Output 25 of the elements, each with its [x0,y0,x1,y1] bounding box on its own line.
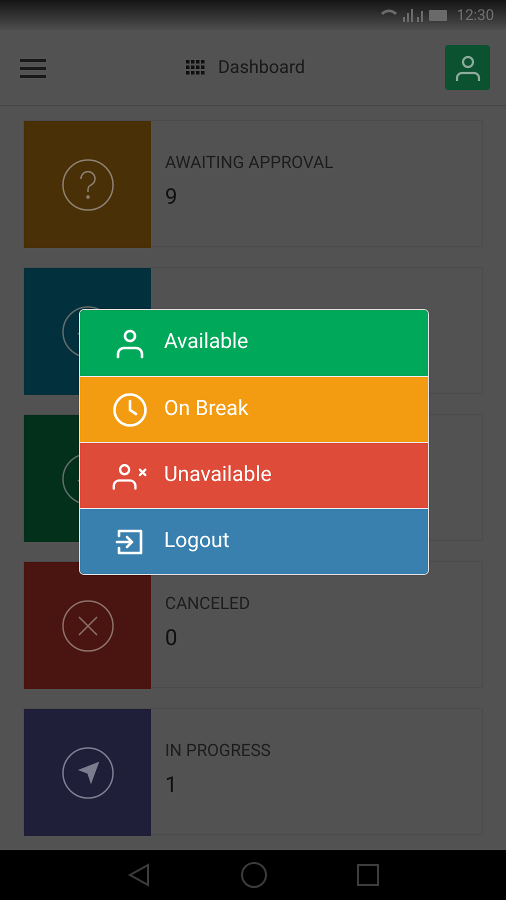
battery-icon [428,10,447,21]
person-icon [454,54,480,82]
clock-time: 12:30 [456,4,494,26]
card-count: 0 [165,624,178,652]
page-title: Dashboard [218,56,306,80]
person-icon [114,327,146,359]
close-circle-icon [60,598,116,654]
question-circle-icon [60,156,116,212]
signal-icon [416,11,423,22]
home-icon[interactable] [240,861,268,889]
menu-icon[interactable] [20,56,46,78]
logout-icon [115,526,145,556]
menu-item[interactable]: Logout [80,508,428,574]
recents-icon[interactable] [356,863,380,887]
grid-icon [186,60,206,76]
profile-button[interactable] [445,45,490,90]
wifi-icon [380,10,397,15]
menu-item[interactable]: On Break [80,376,428,442]
back-icon[interactable] [126,862,152,888]
clock-icon [112,392,148,428]
menu-item[interactable]: Unavailable [80,442,428,508]
signal-icon [402,9,413,22]
card-count: 9 [165,184,178,212]
card-count: 1 [165,772,178,800]
menu-item[interactable]: Available [80,310,428,376]
